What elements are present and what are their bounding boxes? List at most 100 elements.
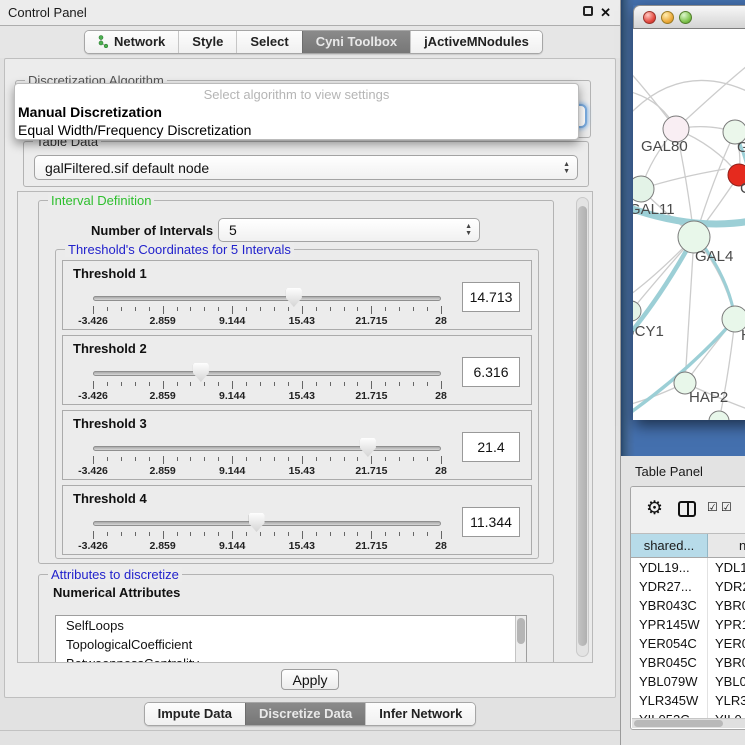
apply-button[interactable]: Apply bbox=[281, 669, 339, 690]
threshold-3-label: Threshold 3 bbox=[73, 416, 147, 431]
scrollbar-thumb[interactable] bbox=[517, 618, 525, 644]
attribute-item[interactable]: SelfLoops bbox=[56, 616, 526, 635]
table-row[interactable]: YDR27...YDR2 bbox=[631, 577, 745, 596]
threshold-3-slider[interactable]: -3.4262.8599.14415.4321.71528 bbox=[93, 435, 441, 477]
tab-network-label: Network bbox=[114, 34, 165, 49]
svg-text:GCY1: GCY1 bbox=[633, 323, 664, 340]
slider-tick-labels: -3.4262.8599.14415.4321.71528 bbox=[93, 315, 441, 327]
attributes-list-scrollbar[interactable] bbox=[515, 616, 526, 663]
network-graph[interactable]: GAL80GACGAL11GAL4GCY1HHAP2 bbox=[633, 29, 745, 420]
column-header-name[interactable]: n bbox=[708, 534, 745, 557]
threshold-3-value-field[interactable]: 21.4 bbox=[462, 432, 520, 462]
table-horizontal-scrollbar[interactable] bbox=[632, 718, 745, 728]
cell-name[interactable]: YLR3 bbox=[708, 691, 745, 710]
tab-cyni-toolbox-label: Cyni Toolbox bbox=[316, 34, 397, 49]
tick-label: 9.144 bbox=[219, 315, 245, 327]
threshold-4-slider[interactable]: -3.4262.8599.14415.4321.71528 bbox=[93, 510, 441, 552]
thresholds-group-label: Threshold's Coordinates for 5 Intervals bbox=[65, 242, 294, 257]
close-traffic-light-icon[interactable] bbox=[643, 11, 656, 24]
tick-label: 9.144 bbox=[219, 465, 245, 477]
table-row[interactable]: YBR045CYBR0 bbox=[631, 653, 745, 672]
tab-style[interactable]: Style bbox=[178, 31, 236, 53]
slider-track[interactable] bbox=[93, 371, 441, 376]
thresholds-group: Threshold's Coordinates for 5 Intervals … bbox=[55, 249, 539, 559]
table-row[interactable]: YDL19...YDL1 bbox=[631, 558, 745, 577]
slider-tick-labels: -3.4262.8599.14415.4321.71528 bbox=[93, 465, 441, 477]
slider-ticks bbox=[93, 379, 441, 389]
select-all-checkbox-icon[interactable]: ☑ bbox=[707, 500, 718, 514]
cell-name[interactable]: YPR1 bbox=[708, 615, 745, 634]
table-data-group: Table Data galFiltered.sif default node … bbox=[23, 141, 589, 187]
tick-label: 28 bbox=[435, 390, 447, 402]
cell-name[interactable]: YBR0 bbox=[708, 653, 745, 672]
threshold-3-panel: Threshold 3 -3.4262.8599.14415.4321.7152… bbox=[62, 410, 532, 480]
threshold-2-panel: Threshold 2 -3.4262.8599.14415.4321.7152… bbox=[62, 335, 532, 405]
table-row[interactable]: YLR345WYLR3 bbox=[631, 691, 745, 710]
table-data-combobox[interactable]: galFiltered.sif default node ▲▼ bbox=[34, 155, 578, 180]
tick-label: 28 bbox=[435, 465, 447, 477]
table-row[interactable]: YBL079WYBL0 bbox=[631, 672, 745, 691]
tick-label: 21.715 bbox=[355, 315, 387, 327]
number-of-intervals-combobox[interactable]: 5 ▲▼ bbox=[218, 218, 480, 242]
network-window-titlebar[interactable] bbox=[633, 5, 745, 29]
float-window-icon[interactable] bbox=[583, 6, 593, 16]
attribute-item[interactable]: TopologicalCoefficient bbox=[56, 635, 526, 654]
svg-text:HAP2: HAP2 bbox=[689, 389, 728, 406]
pane-vertical-scrollbar[interactable] bbox=[576, 197, 589, 657]
cell-shared-name[interactable]: YDR27... bbox=[631, 577, 708, 596]
scrollbar-thumb[interactable] bbox=[578, 206, 587, 646]
tick-label: 2.859 bbox=[149, 390, 175, 402]
columns-icon[interactable] bbox=[678, 501, 696, 517]
tab-cyni-toolbox[interactable]: Cyni Toolbox bbox=[302, 31, 410, 53]
threshold-1-slider[interactable]: -3.4262.8599.14415.4321.71528 bbox=[93, 285, 441, 327]
cell-shared-name[interactable]: YPR145W bbox=[631, 615, 708, 634]
cell-name[interactable]: YDR2 bbox=[708, 577, 745, 596]
close-icon[interactable]: ✕ bbox=[600, 6, 611, 19]
cell-shared-name[interactable]: YLR345W bbox=[631, 691, 708, 710]
network-canvas[interactable]: GAL80GACGAL11GAL4GCY1HHAP2 bbox=[633, 29, 745, 420]
tab-select[interactable]: Select bbox=[236, 31, 301, 53]
numerical-attributes-list[interactable]: SelfLoopsTopologicalCoefficientBetweenne… bbox=[55, 615, 527, 663]
tick-label: 15.43 bbox=[289, 315, 315, 327]
tab-infer-network[interactable]: Infer Network bbox=[365, 703, 475, 725]
threshold-2-label: Threshold 2 bbox=[73, 341, 147, 356]
cell-name[interactable]: YDL1 bbox=[708, 558, 745, 577]
tab-impute-data[interactable]: Impute Data bbox=[145, 703, 245, 725]
gear-icon[interactable]: ⚙ bbox=[646, 498, 663, 520]
tick-label: -3.426 bbox=[78, 540, 108, 552]
zoom-traffic-light-icon[interactable] bbox=[679, 11, 692, 24]
tab-discretize-data[interactable]: Discretize Data bbox=[245, 703, 365, 725]
slider-track[interactable] bbox=[93, 521, 441, 526]
table-row[interactable]: YBR043CYBR0 bbox=[631, 596, 745, 615]
attribute-item[interactable]: BetweennessCentrality bbox=[56, 654, 526, 663]
slider-track[interactable] bbox=[93, 446, 441, 451]
cell-name[interactable]: YBL0 bbox=[708, 672, 745, 691]
threshold-1-value-field[interactable]: 14.713 bbox=[462, 282, 520, 312]
cell-shared-name[interactable]: YDL19... bbox=[631, 558, 708, 577]
cell-shared-name[interactable]: YBR045C bbox=[631, 653, 708, 672]
cell-shared-name[interactable]: YBL079W bbox=[631, 672, 708, 691]
deselect-all-checkbox-icon[interactable]: ☑ bbox=[721, 500, 732, 514]
tab-network[interactable]: Network bbox=[85, 31, 178, 53]
table-row[interactable]: YPR145WYPR1 bbox=[631, 615, 745, 634]
cell-shared-name[interactable]: YBR043C bbox=[631, 596, 708, 615]
threshold-4-value-field[interactable]: 11.344 bbox=[462, 507, 520, 537]
slider-track[interactable] bbox=[93, 296, 441, 301]
threshold-2-slider[interactable]: -3.4262.8599.14415.4321.71528 bbox=[93, 360, 441, 402]
popup-option-equal-width-frequency[interactable]: Equal Width/Frequency Discretization bbox=[15, 121, 578, 139]
slider-tick-labels: -3.4262.8599.14415.4321.71528 bbox=[93, 390, 441, 402]
threshold-2-value-field[interactable]: 6.316 bbox=[462, 357, 520, 387]
column-header-shared-name[interactable]: shared... bbox=[631, 534, 708, 557]
slider-tick-labels: -3.4262.8599.14415.4321.71528 bbox=[93, 540, 441, 552]
algorithm-hint: Select algorithm to view settings bbox=[15, 86, 578, 103]
control-panel-titlebar: Control Panel ✕ bbox=[0, 0, 620, 26]
cell-name[interactable]: YBR0 bbox=[708, 596, 745, 615]
scrollbar-thumb[interactable] bbox=[634, 720, 723, 727]
cell-name[interactable]: YER0 bbox=[708, 634, 745, 653]
network-view-window: GAL80GACGAL11GAL4GCY1HHAP2 bbox=[633, 5, 745, 420]
cell-shared-name[interactable]: YER054C bbox=[631, 634, 708, 653]
minimize-traffic-light-icon[interactable] bbox=[661, 11, 674, 24]
popup-option-manual-discretization[interactable]: Manual Discretization bbox=[15, 103, 578, 121]
table-row[interactable]: YER054CYER0 bbox=[631, 634, 745, 653]
tab-jactivemnodules[interactable]: jActiveMNodules bbox=[410, 31, 542, 53]
